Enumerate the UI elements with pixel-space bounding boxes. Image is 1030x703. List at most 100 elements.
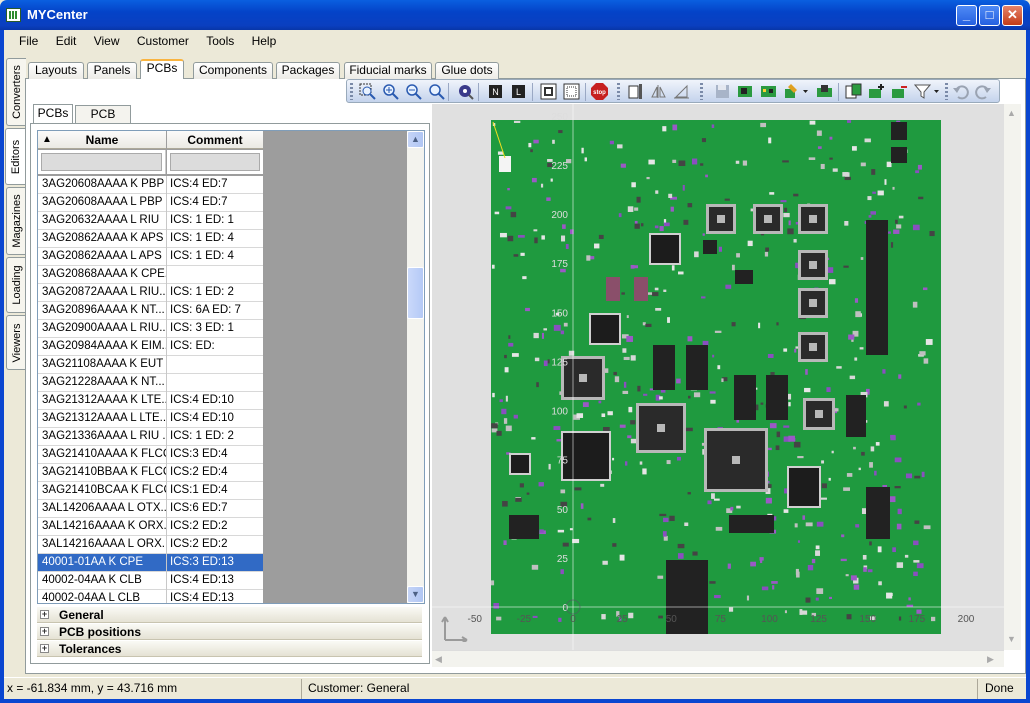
zoom-in-icon[interactable] (382, 83, 399, 100)
minimize-button[interactable]: _ (956, 5, 977, 26)
table-row[interactable]: 40001-01AA K CPE ICS:3 ED:13 (38, 554, 263, 572)
chip-icon[interactable] (737, 83, 754, 100)
scroll-down-button[interactable]: ▼ (1007, 634, 1016, 644)
board-icon[interactable] (760, 83, 777, 100)
tab-panels[interactable]: Panels (87, 62, 137, 79)
side-tab-viewers[interactable]: Viewers (6, 315, 26, 370)
pcb-viewer[interactable]: -50 -25 0 25 50 75 100 125 150 175 200 250 225 200 175… (432, 104, 1004, 650)
tab-pcbs[interactable]: PCBs (140, 59, 184, 79)
section-pcb-positions[interactable]: + PCB positions (37, 624, 422, 640)
tab-packages[interactable]: Packages (276, 62, 340, 79)
viewer-vscrollbar[interactable]: ▲ ▼ (1004, 104, 1021, 650)
pick-icon[interactable] (457, 83, 474, 100)
table-row[interactable]: 3AG21228AAAA K NT... (38, 374, 263, 392)
component-icon[interactable] (816, 83, 833, 100)
expand-icon[interactable]: + (40, 644, 49, 653)
viewer-hscrollbar[interactable]: ◀ ▶ (432, 650, 1004, 667)
side-tab-loading[interactable]: Loading (6, 257, 26, 313)
toolbar-grip[interactable] (350, 83, 353, 100)
zoom-fit-icon[interactable] (428, 83, 445, 100)
scroll-down-button[interactable]: ▼ (407, 586, 424, 603)
close-button[interactable]: ✕ (1002, 5, 1023, 26)
table-row[interactable]: 3AG20608AAAA L PBP ICS:4 ED:7 (38, 194, 263, 212)
list-icon[interactable] (845, 83, 862, 100)
side-tab-editors[interactable]: Editors (5, 128, 26, 185)
zoom-window-icon[interactable] (359, 83, 376, 100)
table-row[interactable]: 3AG20862AAAA L APS ICS: 1 ED: 4 (38, 248, 263, 266)
comment-filter[interactable] (167, 150, 263, 174)
table-row[interactable]: 3AG20868AAAA K CPE... (38, 266, 263, 284)
tab-layouts[interactable]: Layouts (28, 62, 84, 79)
table-row[interactable]: 3AG20984AAAA K EIM... ICS: ED: (38, 338, 263, 356)
grid-b-icon[interactable] (563, 83, 580, 100)
menu-tools[interactable]: Tools (199, 30, 241, 52)
table-row[interactable]: 3AG20872AAAA L RIU... ICS: 1 ED: 2 (38, 284, 263, 302)
scroll-right-button[interactable]: ▶ (987, 652, 1001, 666)
comment-filter-input[interactable] (170, 153, 260, 171)
maximize-button[interactable]: □ (979, 5, 1000, 26)
section-general[interactable]: + General (37, 607, 422, 623)
table-row[interactable]: 3AG20900AAAA L RIU... ICS: 3 ED: 1 (38, 320, 263, 338)
expand-icon[interactable]: + (40, 610, 49, 619)
name-filter-input[interactable] (41, 153, 162, 171)
grid-a-icon[interactable] (540, 83, 557, 100)
filter-icon[interactable] (914, 83, 931, 100)
scroll-left-button[interactable]: ◀ (435, 652, 449, 666)
table-row[interactable]: 3AG21312AAAA K LTE... ICS:4 ED:10 (38, 392, 263, 410)
side-tab-magazines[interactable]: Magazines (6, 187, 26, 255)
column-header-comment[interactable]: Comment (167, 131, 263, 149)
subtab-pcbs[interactable]: PCBs (33, 104, 73, 124)
table-row[interactable]: 3AG20896AAAA K NT... ICS: 6A ED: 7 (38, 302, 263, 320)
table-row[interactable]: 40002-04AA K CLB ICS:4 ED:13 (38, 572, 263, 590)
table-row[interactable]: 40002-04AA L CLB ICS:4 ED:13 (38, 590, 263, 603)
toolbar-grip[interactable] (617, 83, 620, 100)
save-icon[interactable] (714, 83, 731, 100)
mirror-x-icon[interactable] (650, 83, 667, 100)
table-row[interactable]: 3AG21410AAAA K FLCC ICS:3 ED:4 (38, 446, 263, 464)
table-row[interactable]: 3AG20862AAAA K APS ICS: 1 ED: 4 (38, 230, 263, 248)
menu-help[interactable]: Help (245, 30, 284, 52)
table-row[interactable]: 3AG21312AAAA L LTE... ICS:4 ED:10 (38, 410, 263, 428)
table-row[interactable]: 3AG20608AAAA K PBP ICS:4 ED:7 (38, 176, 263, 194)
zoom-out-icon[interactable] (405, 83, 422, 100)
grid-vscrollbar[interactable]: ▲ ▼ (407, 131, 424, 603)
menu-file[interactable]: File (4, 30, 45, 52)
menu-edit[interactable]: Edit (49, 30, 84, 52)
table-row[interactable]: 3AL14216AAAA L ORX... ICS:2 ED:2 (38, 536, 263, 554)
table-row[interactable]: 3AG20632AAAA L RIU ICS: 1 ED: 1 (38, 212, 263, 230)
section-tolerances[interactable]: + Tolerances (37, 641, 422, 657)
add-icon[interactable] (868, 83, 885, 100)
chevron-down-icon[interactable] (802, 83, 809, 100)
menu-view[interactable]: View (87, 30, 127, 52)
subtab-pcb-items[interactable]: PCB items (75, 105, 131, 138)
chevron-down-icon[interactable] (933, 83, 940, 100)
redo-icon[interactable] (975, 83, 992, 100)
table-row[interactable]: 3AG21410BBAA K FLCC ICS:2 ED:4 (38, 464, 263, 482)
table-row[interactable]: 3AL14216AAAA K ORX... ICS:2 ED:2 (38, 518, 263, 536)
scroll-up-button[interactable]: ▲ (407, 131, 424, 148)
table-row[interactable]: 3AG21410BCAA K FLCC ICS:1 ED:4 (38, 482, 263, 500)
toolbar-grip[interactable] (945, 83, 948, 100)
tab-glue-dots[interactable]: Glue dots (435, 62, 499, 79)
column-header-name[interactable]: ▲ Name (38, 131, 166, 149)
paint-icon[interactable] (783, 83, 800, 100)
mirror-y-icon[interactable] (673, 83, 690, 100)
n-marker-icon[interactable]: N (487, 83, 504, 100)
expand-icon[interactable]: + (40, 627, 49, 636)
undo-icon[interactable] (952, 83, 969, 100)
tab-fiducial-marks[interactable]: Fiducial marks (344, 62, 432, 79)
l-marker-icon[interactable]: L (510, 83, 527, 100)
stop-icon[interactable]: stop (591, 83, 608, 100)
scroll-up-button[interactable]: ▲ (1007, 108, 1016, 118)
scroll-thumb[interactable] (407, 267, 424, 319)
tab-components[interactable]: Components (193, 62, 273, 79)
board-ruler-icon[interactable] (627, 83, 644, 100)
table-row[interactable]: 3AL14206AAAA L OTX... ICS:6 ED:7 (38, 500, 263, 518)
remove-icon[interactable] (891, 83, 908, 100)
side-tab-converters[interactable]: Converters (6, 58, 26, 126)
name-filter[interactable] (38, 150, 166, 174)
menu-customer[interactable]: Customer (130, 30, 196, 52)
table-row[interactable]: 3AG21336AAAA L RIU ... ICS: 1 ED: 2 (38, 428, 263, 446)
table-row[interactable]: 3AG21108AAAA K EUT (38, 356, 263, 374)
toolbar-grip[interactable] (700, 83, 703, 100)
